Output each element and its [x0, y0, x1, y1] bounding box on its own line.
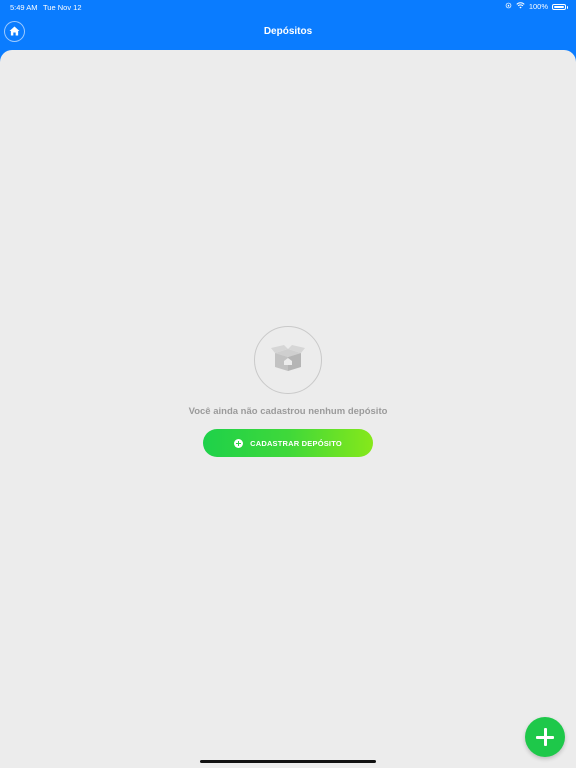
- register-deposit-label: CADASTRAR DEPÓSITO: [250, 438, 342, 448]
- status-indicators: 100%: [505, 2, 568, 11]
- plus-circle-icon: [234, 438, 244, 448]
- battery-icon: [552, 3, 568, 10]
- page-title: Depósitos: [263, 26, 313, 37]
- status-date: Tue Nov 12: [43, 3, 82, 12]
- orientation-lock-icon: [505, 2, 512, 11]
- status-bar: 5:49 AM Tue Nov 12 100%: [0, 0, 576, 14]
- register-deposit-button[interactable]: CADASTRAR DEPÓSITO: [203, 429, 373, 457]
- status-time: 5:49 AM: [10, 3, 38, 12]
- empty-state-icon-circle: [254, 326, 322, 394]
- empty-state-message: Você ainda não cadastrou nenhum depósito: [188, 406, 388, 417]
- add-fab-button[interactable]: [525, 717, 565, 757]
- header: Depósitos: [0, 14, 576, 50]
- home-indicator: [200, 760, 376, 763]
- wifi-icon: [516, 2, 525, 11]
- main-content: Você ainda não cadastrou nenhum depósito…: [0, 50, 576, 768]
- open-box-icon: [270, 344, 306, 377]
- battery-percent: 100%: [528, 2, 548, 11]
